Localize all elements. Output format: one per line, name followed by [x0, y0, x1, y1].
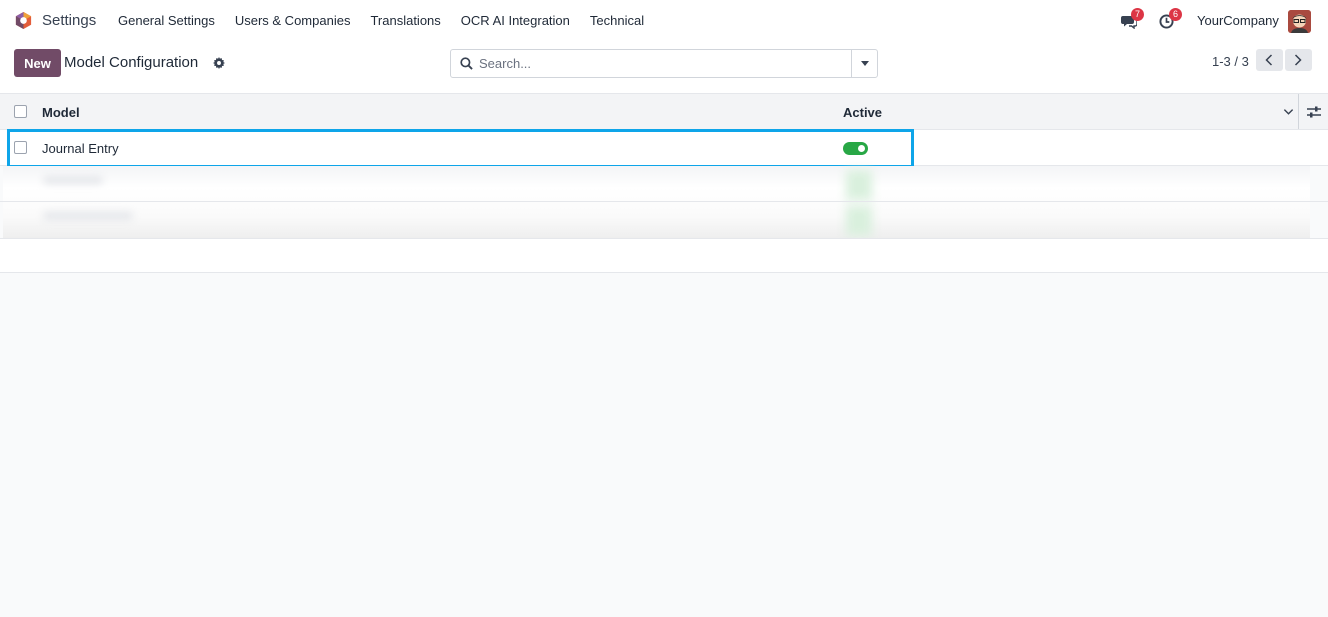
- sliders-icon: [1307, 106, 1321, 118]
- app-name[interactable]: Settings: [42, 12, 96, 29]
- top-navbar: Settings General Settings Users & Compan…: [0, 0, 1328, 41]
- odoo-app-logo-icon[interactable]: [14, 11, 33, 30]
- column-header-active[interactable]: Active: [843, 105, 882, 120]
- search-icon: [460, 57, 473, 70]
- blurred-text: [43, 212, 133, 220]
- row-checkbox[interactable]: [14, 141, 27, 154]
- blurred-rows: [3, 166, 1310, 238]
- optional-columns-toggle[interactable]: [1298, 94, 1328, 129]
- messages-button[interactable]: 7: [1121, 8, 1144, 30]
- menu-technical[interactable]: Technical: [590, 13, 644, 28]
- activities-count-badge: 6: [1169, 8, 1182, 21]
- empty-row: [0, 238, 1328, 273]
- blurred-text: [43, 176, 103, 184]
- menu-users-companies[interactable]: Users & Companies: [235, 13, 351, 28]
- table-row[interactable]: Journal Entry: [0, 130, 1328, 166]
- column-header-model[interactable]: Model: [42, 105, 80, 120]
- user-avatar[interactable]: [1288, 10, 1311, 33]
- control-panel: New Model Configuration 1-3 / 3: [0, 41, 1328, 93]
- search-bar: [450, 49, 878, 78]
- blurred-toggle: [846, 170, 872, 200]
- pager-value[interactable]: 1-3 / 3: [1212, 54, 1249, 69]
- menu-general-settings[interactable]: General Settings: [118, 13, 215, 28]
- list-header: Model Active: [0, 93, 1328, 130]
- blurred-toggle: [846, 206, 872, 236]
- chevron-right-icon: [1294, 54, 1302, 66]
- chevron-left-icon: [1265, 54, 1273, 66]
- page-title: Model Configuration: [64, 54, 199, 71]
- menu-translations[interactable]: Translations: [370, 13, 440, 28]
- pager-next-button[interactable]: [1285, 49, 1312, 71]
- pager-previous-button[interactable]: [1256, 49, 1283, 71]
- menu-ocr-ai-integration[interactable]: OCR AI Integration: [461, 13, 570, 28]
- search-input[interactable]: [479, 53, 849, 74]
- active-toggle[interactable]: [843, 142, 868, 155]
- row-divider: [0, 201, 1328, 202]
- gear-icon[interactable]: [213, 57, 225, 69]
- user-avatar-icon: [1288, 10, 1311, 33]
- new-button[interactable]: New: [14, 49, 61, 77]
- messages-count-badge: 7: [1131, 8, 1144, 21]
- main-menu: General Settings Users & Companies Trans…: [118, 13, 664, 28]
- cell-model: Journal Entry: [42, 141, 119, 156]
- activities-button[interactable]: 6: [1159, 8, 1182, 30]
- select-all-checkbox[interactable]: [14, 105, 27, 118]
- company-switcher[interactable]: YourCompany: [1197, 13, 1279, 28]
- search-options-toggle[interactable]: [851, 50, 877, 77]
- chevron-down-icon[interactable]: [1283, 106, 1294, 117]
